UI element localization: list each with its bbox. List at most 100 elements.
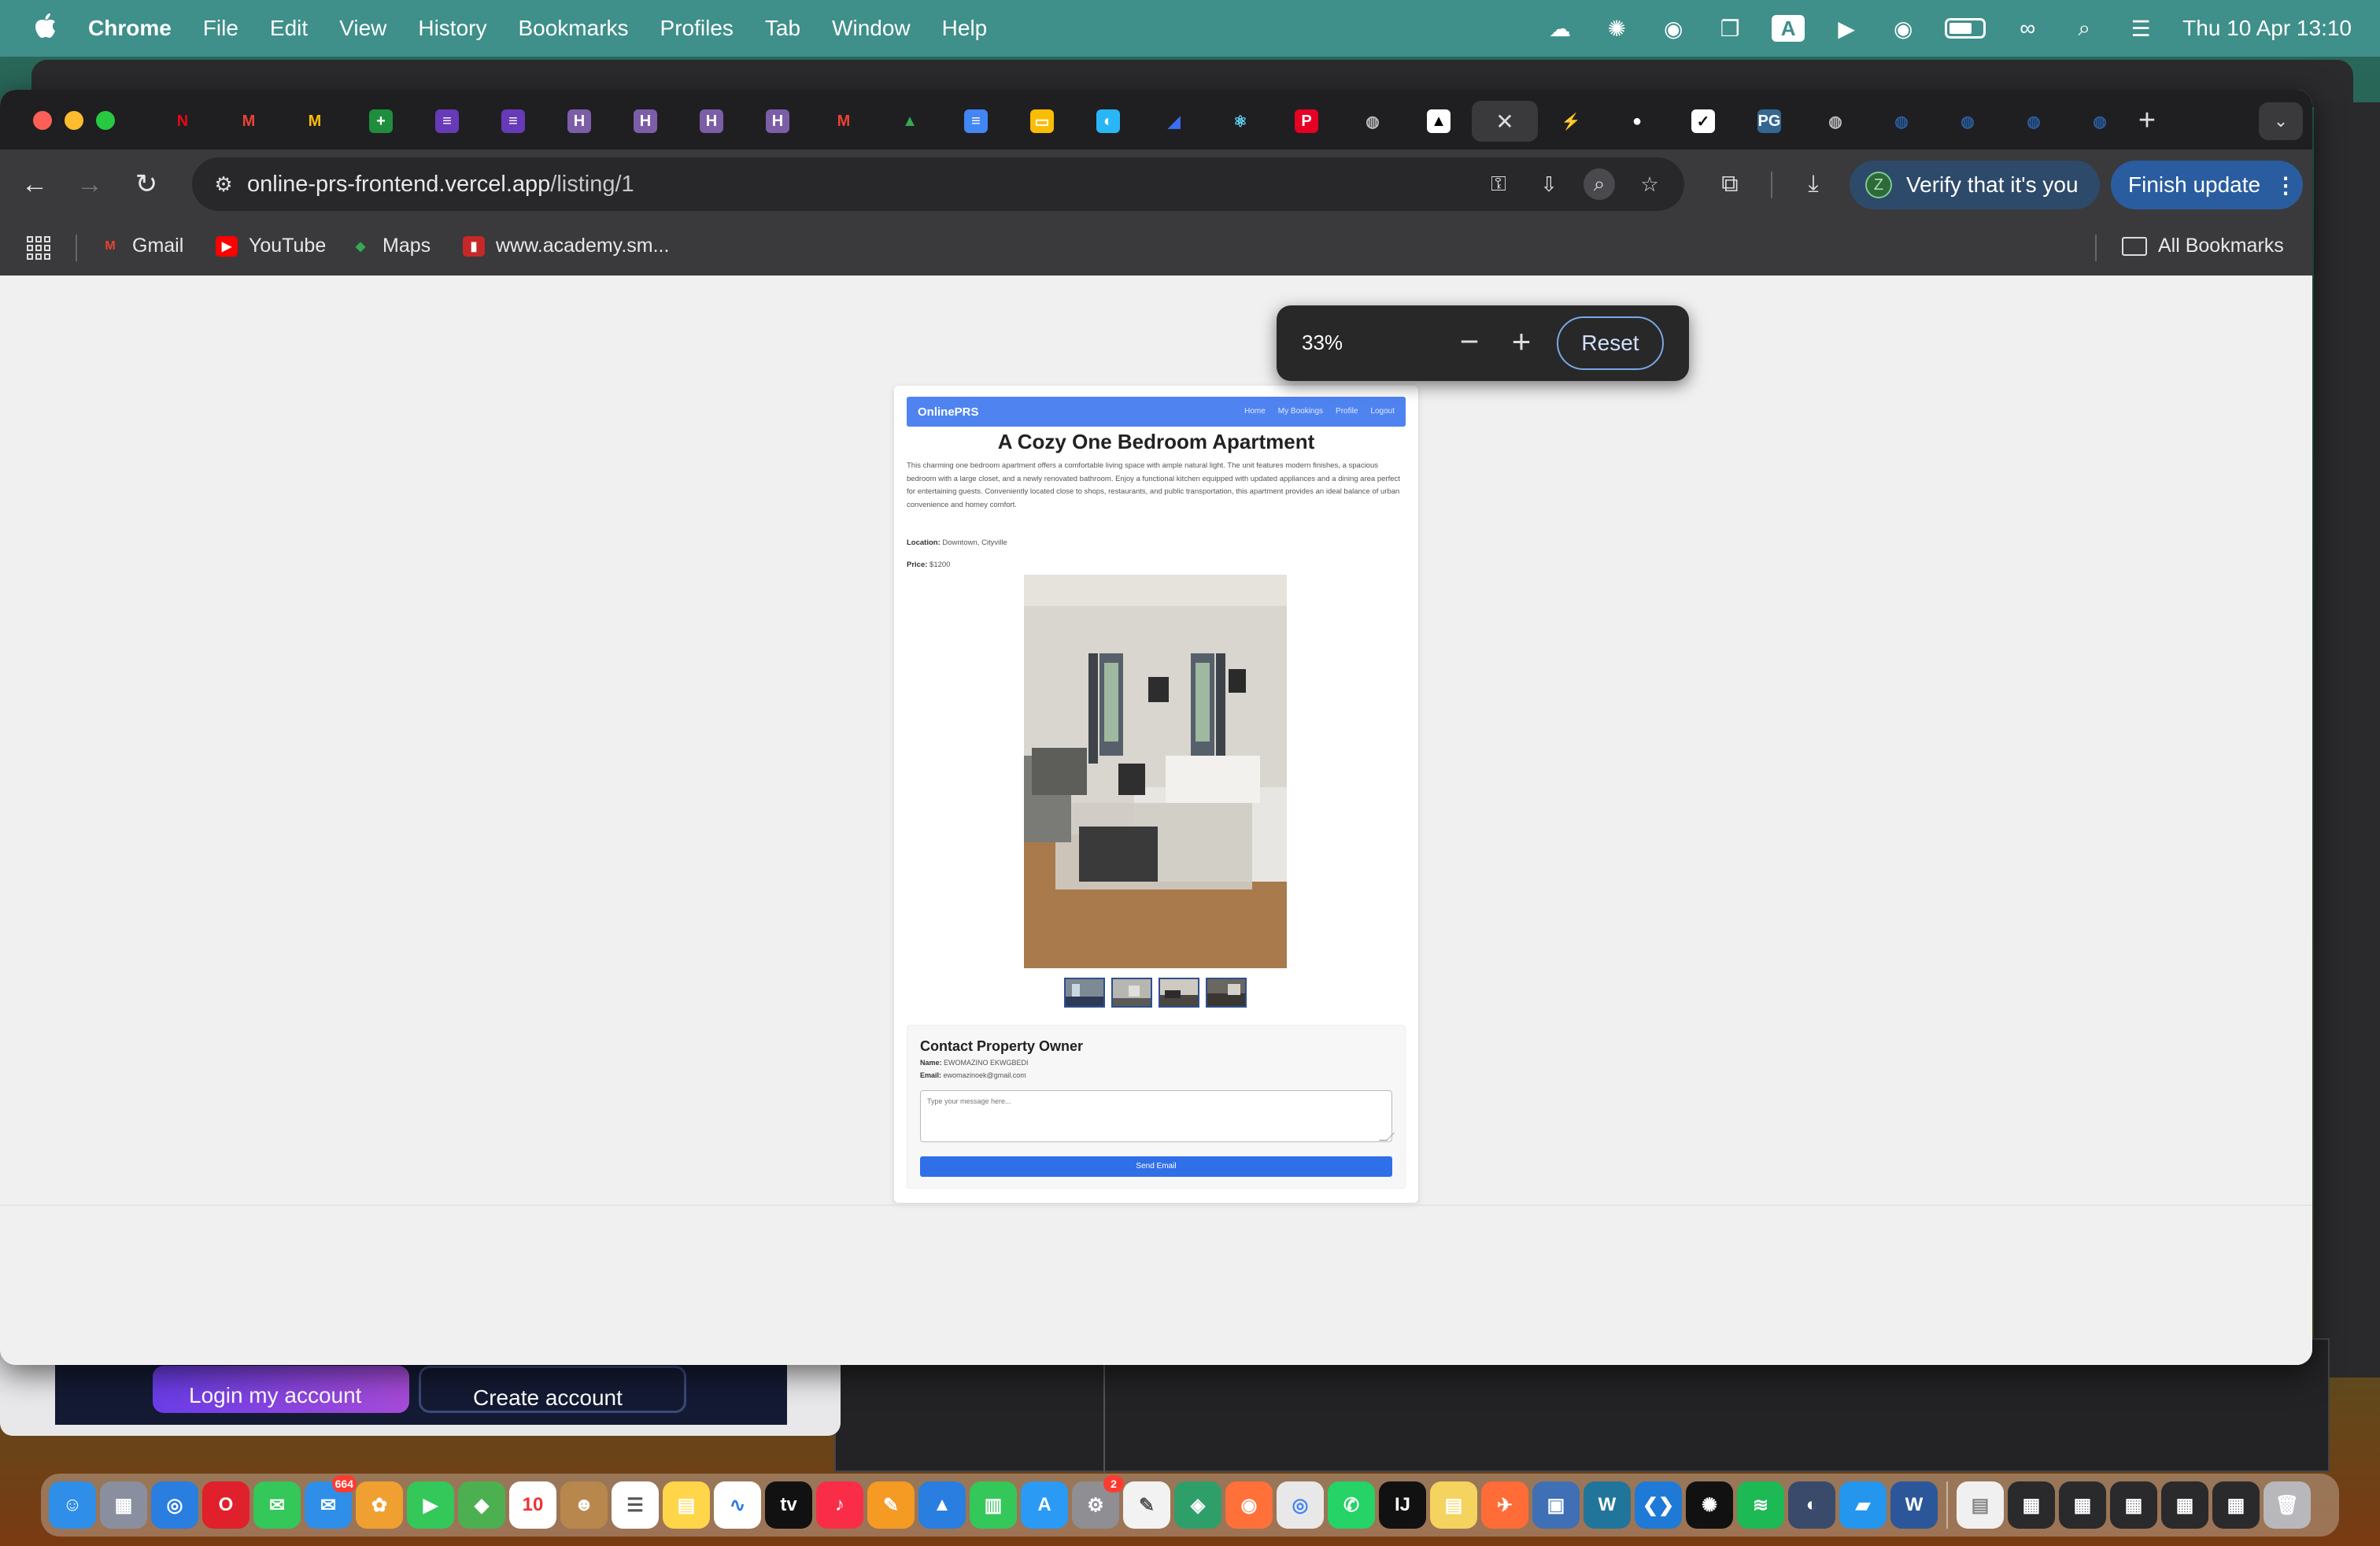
browser-tab[interactable]: ◍	[2067, 101, 2133, 142]
chrome-icon[interactable]: ◎	[1277, 1481, 1324, 1529]
launchpad-icon[interactable]: ▦	[100, 1481, 147, 1529]
calendar-icon[interactable]: 10	[509, 1481, 556, 1529]
extensions-icon[interactable]: ⧉	[1713, 167, 1747, 202]
chatgpt-menubar-icon[interactable]: ✺	[1602, 13, 1632, 43]
screenshot-thumbnail[interactable]: ▦	[2212, 1481, 2260, 1529]
finder-icon[interactable]: ☺	[49, 1481, 96, 1529]
browser-tab[interactable]: ●	[1604, 101, 1670, 142]
menu-history[interactable]: History	[418, 16, 486, 41]
more-options-icon[interactable]: ⋮	[2275, 172, 2297, 198]
notes-icon[interactable]: ▤	[663, 1481, 710, 1529]
firefox-icon[interactable]: ◉	[1225, 1481, 1273, 1529]
whatsapp-icon[interactable]: ✆	[1328, 1481, 1375, 1529]
minimize-window-button[interactable]	[65, 111, 83, 130]
browser-tab[interactable]: ◢	[1141, 101, 1207, 142]
browser-tab[interactable]: M	[282, 101, 348, 142]
browser-tab[interactable]: H	[678, 101, 745, 142]
browser-tab[interactable]: ≡	[943, 101, 1009, 142]
photo-thumbnail[interactable]	[1111, 978, 1152, 1008]
browser-tab[interactable]: N	[150, 101, 216, 142]
screenshot-thumbnail[interactable]: ▦	[2008, 1481, 2055, 1529]
preview-icon[interactable]: ▣	[1532, 1481, 1580, 1529]
close-tab-icon[interactable]: ✕	[1493, 109, 1517, 134]
link-icon[interactable]: ∞	[2012, 13, 2042, 43]
keynote-icon[interactable]: ▲	[918, 1481, 966, 1529]
all-bookmarks-button[interactable]: All Bookmarks	[2095, 235, 2284, 261]
browser-tab[interactable]: M	[216, 101, 282, 142]
word-icon[interactable]: W	[1890, 1481, 1938, 1529]
cloud-sync-icon[interactable]: ☁	[1545, 13, 1575, 43]
screenshot-thumbnail[interactable]: ▦	[2161, 1481, 2208, 1529]
browser-tab[interactable]: ◍	[1340, 101, 1406, 142]
nav-logout-link[interactable]: Logout	[1370, 407, 1395, 416]
browser-tab[interactable]: +	[348, 101, 414, 142]
browser-tab[interactable]: M	[811, 101, 877, 142]
zoom-reset-button[interactable]: Reset	[1557, 316, 1664, 370]
spotify-icon[interactable]: ≋	[1737, 1481, 1784, 1529]
browser-tab[interactable]: ▲	[877, 101, 943, 142]
browser-tab[interactable]: ✓	[1670, 101, 1736, 142]
pages-icon[interactable]: ✎	[867, 1481, 915, 1529]
password-key-icon[interactable]: ⚿	[1483, 168, 1514, 200]
active-tab[interactable]: ✕	[1472, 101, 1538, 142]
trash-icon[interactable]: 🗑	[2264, 1481, 2311, 1529]
facetime-icon[interactable]: ▶	[407, 1481, 454, 1529]
url-text[interactable]: online-prs-frontend.vercel.app/listing/1	[247, 172, 634, 198]
bookmark-star-icon[interactable]: ☆	[1634, 168, 1665, 200]
messages-icon[interactable]: ✉	[253, 1481, 301, 1529]
stickies-icon[interactable]: ▤	[1430, 1481, 1477, 1529]
browser-tab[interactable]: ≡	[480, 101, 546, 142]
menu-profiles[interactable]: Profiles	[660, 16, 734, 41]
bookmark-item[interactable]: ▮ www.academy.sm...	[463, 235, 669, 257]
nav-my-bookings-link[interactable]: My Bookings	[1278, 407, 1323, 416]
site-settings-icon[interactable]: ⚙	[209, 170, 238, 198]
zoom-in-button[interactable]: +	[1503, 324, 1539, 361]
appstore-icon[interactable]: A	[1021, 1481, 1068, 1529]
photo-thumbnail[interactable]	[1206, 978, 1247, 1008]
screenshot-thumbnail[interactable]: ▦	[2059, 1481, 2106, 1529]
browser-tab[interactable]: H	[745, 101, 811, 142]
menu-help[interactable]: Help	[942, 16, 988, 41]
reminders-icon[interactable]: ☰	[612, 1481, 659, 1529]
finish-update-button[interactable]: Finish update ⋮	[2111, 161, 2303, 209]
photo-thumbnail[interactable]	[1159, 978, 1199, 1008]
menu-file[interactable]: File	[203, 16, 238, 41]
wordpress-icon[interactable]: W	[1584, 1481, 1631, 1529]
install-app-icon[interactable]: ⇩	[1533, 168, 1565, 200]
site-brand[interactable]: OnlinePRS	[918, 405, 979, 419]
listing-main-photo[interactable]	[1024, 575, 1287, 968]
browser-tab[interactable]: ◍	[1868, 101, 1935, 142]
appletv-icon[interactable]: tv	[765, 1481, 812, 1529]
document-thumbnail[interactable]: ▤	[1957, 1481, 2004, 1529]
tableplus-icon[interactable]: ◐	[1788, 1481, 1835, 1529]
numbers-icon[interactable]: ▥	[970, 1481, 1017, 1529]
keyboard-input-icon[interactable]: A	[1772, 15, 1805, 42]
control-center-icon[interactable]: ☰	[2126, 13, 2156, 43]
user-account-icon[interactable]: ◉	[1888, 13, 1918, 43]
settings-icon[interactable]: ⚙ 2	[1072, 1475, 1124, 1529]
menubar-clock[interactable]: Thu 10 Apr 13:10	[2182, 16, 2352, 41]
photo-thumbnail[interactable]	[1064, 978, 1105, 1008]
opera-icon[interactable]: O	[202, 1481, 249, 1529]
maps-icon[interactable]: ◆	[458, 1481, 505, 1529]
safari-icon[interactable]: ◎	[151, 1481, 198, 1529]
back-button[interactable]: ←	[17, 167, 52, 202]
apple-menu-icon[interactable]	[30, 12, 61, 46]
downloads-icon[interactable]: ⤓	[1796, 167, 1831, 202]
browser-tab[interactable]: ◍	[2001, 101, 2067, 142]
fullscreen-window-button[interactable]	[96, 111, 115, 130]
textedit-icon[interactable]: ✎	[1123, 1481, 1170, 1529]
zoom-icon[interactable]: ⌕	[1584, 168, 1615, 200]
menu-tab[interactable]: Tab	[765, 16, 800, 41]
browser-tab[interactable]: ◍	[1935, 101, 2001, 142]
music-icon[interactable]: ♪	[816, 1481, 863, 1529]
browser-tab[interactable]: ▭	[1009, 101, 1075, 142]
zoom-out-button[interactable]: −	[1451, 324, 1488, 361]
freeform-icon[interactable]: ∿	[714, 1481, 761, 1529]
stack-icon[interactable]: ◈	[1174, 1481, 1221, 1529]
photos-icon[interactable]: ✿	[356, 1481, 403, 1529]
message-input[interactable]	[920, 1090, 1392, 1142]
background-login-button[interactable]: Login my account	[153, 1366, 409, 1413]
browser-tab[interactable]: H	[612, 101, 678, 142]
contacts-icon[interactable]: ☻	[560, 1481, 608, 1529]
